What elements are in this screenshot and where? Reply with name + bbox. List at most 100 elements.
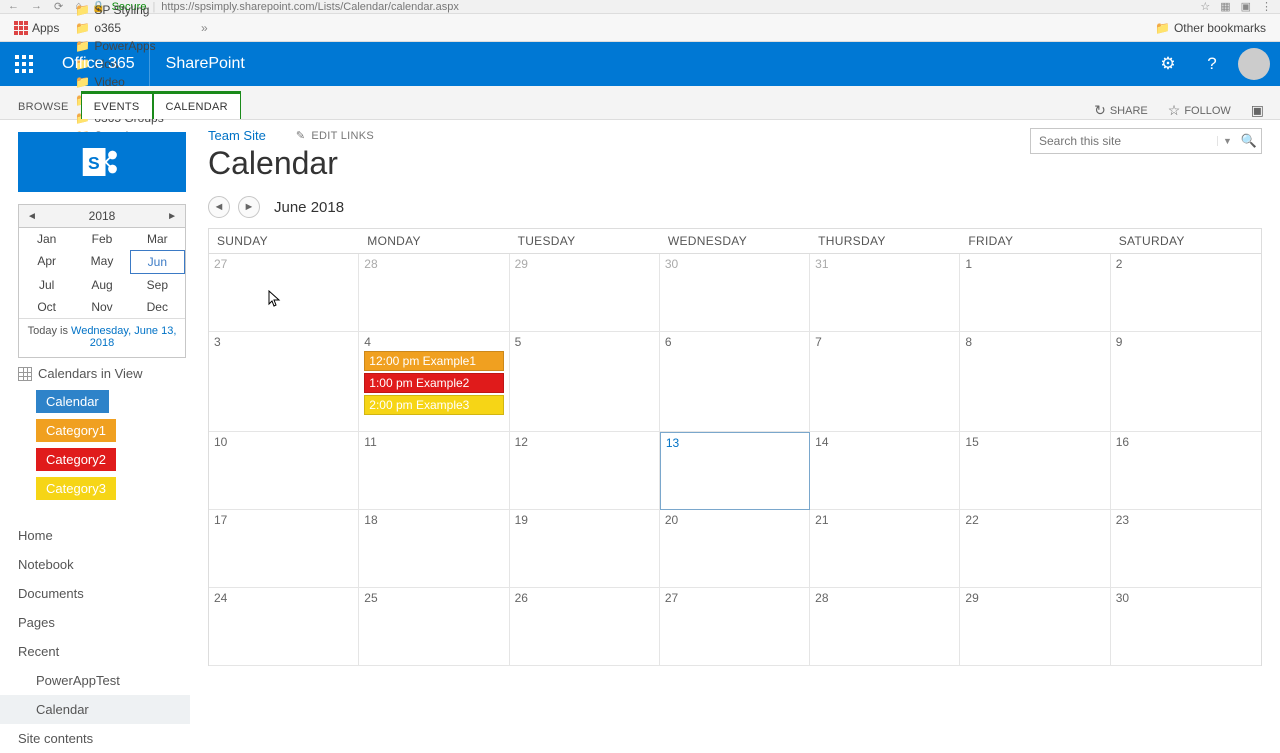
calendar-chip[interactable]: Category3 (36, 477, 116, 500)
calendar-cell[interactable]: 29 (960, 588, 1110, 666)
calendar-cell[interactable]: 15 (960, 432, 1110, 510)
reload-icon[interactable]: ⟳ (54, 0, 63, 13)
calendar-cell[interactable]: 13 (660, 432, 810, 510)
calendar-cell[interactable]: 28 (810, 588, 960, 666)
url-text[interactable]: https://spsimply.sharepoint.com/Lists/Ca… (161, 1, 459, 13)
suite-app[interactable]: SharePoint (150, 55, 261, 73)
help-button[interactable]: ? (1190, 42, 1234, 86)
calendar-cell[interactable]: 23 (1111, 510, 1261, 588)
follow-button[interactable]: ☆FOLLOW (1158, 102, 1241, 119)
calendar-cell[interactable]: 8 (960, 332, 1110, 432)
suite-brand[interactable]: Office 365 (48, 42, 150, 86)
month-cell[interactable]: Dec (130, 296, 185, 318)
quicklaunch-item[interactable]: Notebook (0, 550, 190, 579)
edit-links[interactable]: ✎EDIT LINKS (296, 129, 374, 142)
calendar-cell[interactable]: 30 (660, 254, 810, 332)
month-cell[interactable]: Apr (19, 250, 74, 274)
calendar-cell[interactable]: 19 (510, 510, 660, 588)
calendar-cell[interactable]: 16 (1111, 432, 1261, 510)
other-bookmarks[interactable]: 📁Other bookmarks (1149, 19, 1272, 37)
quicklaunch-item[interactable]: Pages (0, 608, 190, 637)
bookmark-item[interactable]: 📁o365 (69, 19, 191, 37)
ext-icon[interactable]: ▦ (1220, 0, 1230, 13)
calendar-cell[interactable]: 26 (510, 588, 660, 666)
month-cell[interactable]: Jul (19, 274, 74, 296)
prev-year[interactable]: ◄ (27, 211, 37, 222)
calendar-cell[interactable]: 29 (510, 254, 660, 332)
browser-toolbar: ← → ⟳ ⌂ 🔒 Secure | https://spsimply.shar… (0, 0, 1280, 14)
calendar-cell[interactable]: 7 (810, 332, 960, 432)
calendar-cell[interactable]: 18 (359, 510, 509, 588)
next-month[interactable]: ► (238, 196, 260, 218)
next-year[interactable]: ► (167, 211, 177, 222)
calendar-cell[interactable]: 1 (960, 254, 1110, 332)
calendar-cell[interactable]: 5 (510, 332, 660, 432)
today-link[interactable]: Wednesday, June 13, 2018 (71, 325, 176, 349)
calendar-cell[interactable]: 14 (810, 432, 960, 510)
calendar-cell[interactable]: 3 (209, 332, 359, 432)
calendar-chip[interactable]: Calendar (36, 390, 109, 413)
calendar-cell[interactable]: 20 (660, 510, 810, 588)
apps-button[interactable]: Apps (8, 19, 65, 37)
prev-month[interactable]: ◄ (208, 196, 230, 218)
search-scope-dropdown[interactable]: ▼ (1217, 136, 1237, 146)
calendar-cell[interactable]: 12 (510, 432, 660, 510)
calendar-cell[interactable]: 17 (209, 510, 359, 588)
month-cell[interactable]: May (74, 250, 129, 274)
month-cell[interactable]: Jun (130, 250, 185, 274)
calendar-chip[interactable]: Category1 (36, 419, 116, 442)
calendar-cell[interactable]: 27 (660, 588, 810, 666)
month-cell[interactable]: Mar (130, 228, 185, 250)
calendar-cell[interactable]: 28 (359, 254, 509, 332)
calendar-cell[interactable]: 24 (209, 588, 359, 666)
app-launcher[interactable] (0, 42, 48, 86)
calendar-cell[interactable]: 30 (1111, 588, 1261, 666)
menu-icon[interactable]: ⋮ (1261, 0, 1272, 13)
month-cell[interactable]: Oct (19, 296, 74, 318)
calendar-event[interactable]: 2:00 pm Example3 (364, 395, 503, 415)
quicklaunch-item[interactable]: PowerAppTest (0, 666, 190, 695)
calendar-event[interactable]: 12:00 pm Example1 (364, 351, 503, 371)
forward-icon[interactable]: → (31, 0, 42, 13)
back-icon[interactable]: ← (8, 0, 19, 13)
waffle-icon (15, 55, 33, 73)
calendar-cell[interactable]: 25 (359, 588, 509, 666)
calendar-event[interactable]: 1:00 pm Example2 (364, 373, 503, 393)
quicklaunch-item[interactable]: Recent (0, 637, 190, 666)
month-cell[interactable]: Feb (74, 228, 129, 250)
search-go[interactable]: 🔍 (1237, 133, 1261, 149)
focus-button[interactable]: ▣ (1241, 102, 1274, 119)
overflow-chevron[interactable]: » (195, 21, 214, 35)
calendar-cell[interactable]: 22 (960, 510, 1110, 588)
ext-icon[interactable]: ▣ (1241, 0, 1251, 13)
share-button[interactable]: ↻SHARE (1084, 102, 1158, 119)
quicklaunch-item[interactable]: Home (0, 521, 190, 550)
quicklaunch-item[interactable]: Site contents (0, 724, 190, 753)
user-avatar[interactable] (1238, 48, 1270, 80)
calendar-cell[interactable]: 2 (1111, 254, 1261, 332)
calendar-cell[interactable]: 21 (810, 510, 960, 588)
site-link[interactable]: Team Site (208, 128, 266, 143)
star-icon[interactable]: ☆ (1200, 0, 1210, 13)
site-logo[interactable]: S (18, 132, 186, 192)
month-cell[interactable]: Aug (74, 274, 129, 296)
search-input[interactable] (1031, 134, 1217, 148)
calendar-cell[interactable]: 10 (209, 432, 359, 510)
quicklaunch-item[interactable]: Documents (0, 579, 190, 608)
left-panel: S ◄ 2018 ► JanFebMarAprMayJunJulAugSepOc… (0, 120, 190, 720)
bookmark-item[interactable]: 📁SP Styling (69, 1, 191, 19)
calendar-chip[interactable]: Category2 (36, 448, 116, 471)
month-cell[interactable]: Sep (130, 274, 185, 296)
ribbon-tab-events[interactable]: EVENTS (81, 91, 153, 119)
calendar-cell[interactable]: 412:00 pm Example11:00 pm Example22:00 p… (359, 332, 509, 432)
calendar-cell[interactable]: 31 (810, 254, 960, 332)
settings-button[interactable]: ⚙ (1146, 42, 1190, 86)
calendar-cell[interactable]: 11 (359, 432, 509, 510)
calendar-cell[interactable]: 27 (209, 254, 359, 332)
month-cell[interactable]: Nov (74, 296, 129, 318)
ribbon-tab-browse[interactable]: BROWSE (6, 94, 81, 119)
ribbon-tab-calendar[interactable]: CALENDAR (153, 91, 241, 119)
month-cell[interactable]: Jan (19, 228, 74, 250)
calendar-cell[interactable]: 9 (1111, 332, 1261, 432)
calendar-cell[interactable]: 6 (660, 332, 810, 432)
